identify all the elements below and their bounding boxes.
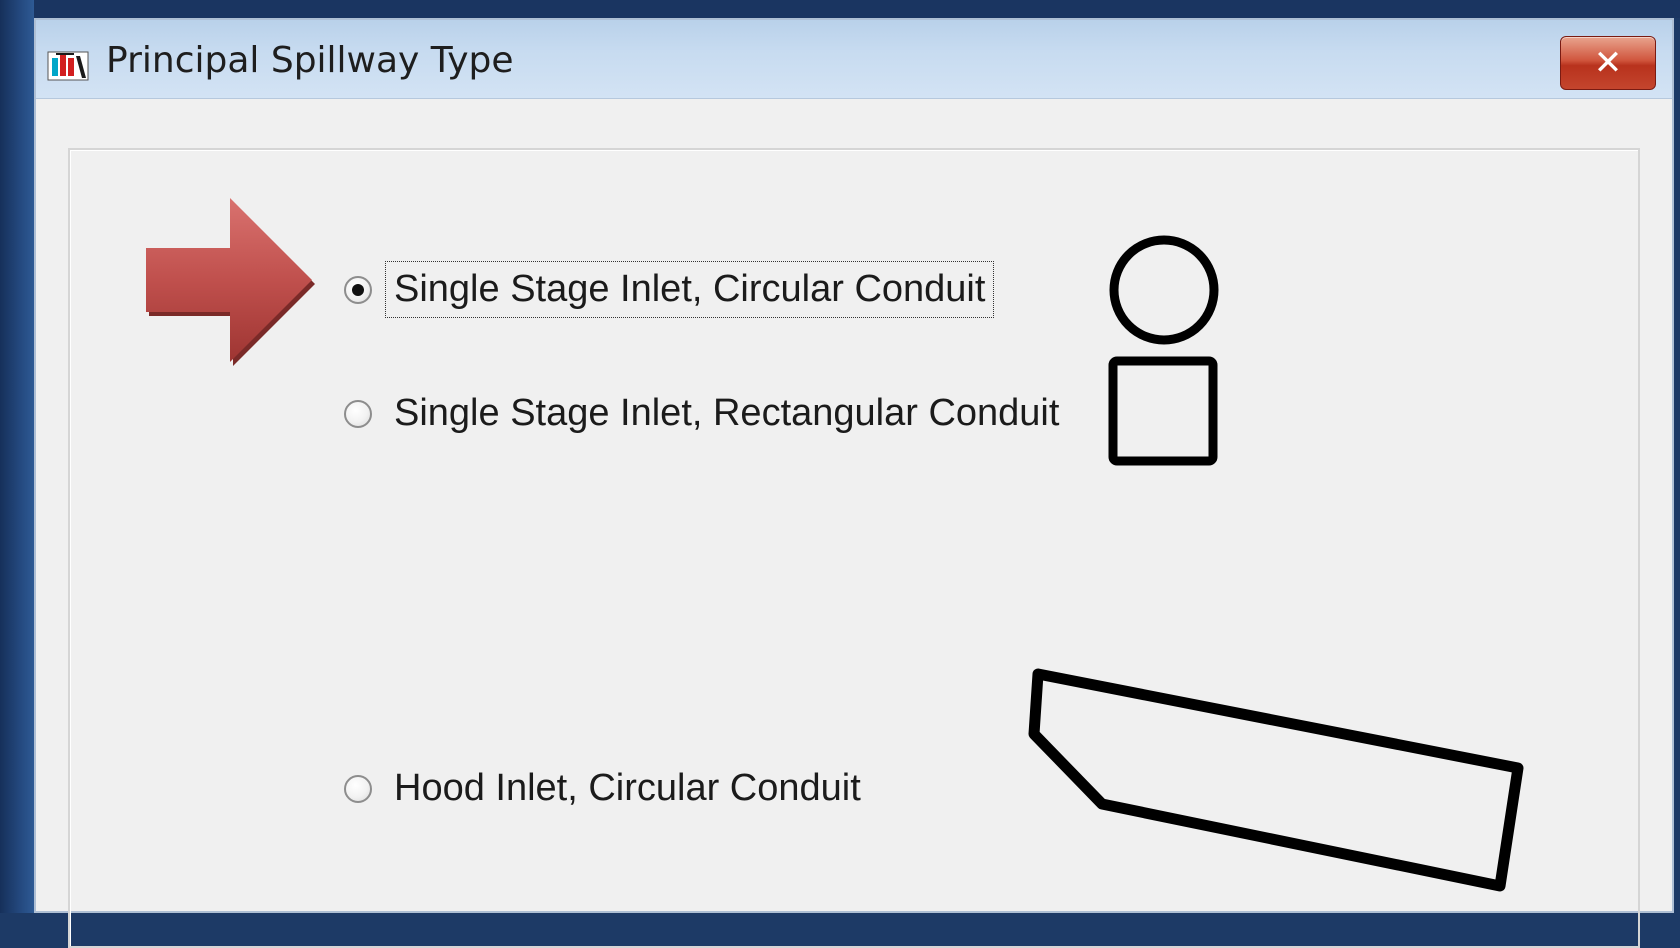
option-label[interactable]: Single Stage Inlet, Rectangular Conduit <box>390 390 1063 437</box>
pointer-arrow-annotation <box>146 198 315 366</box>
option-label[interactable]: Hood Inlet, Circular Conduit <box>390 765 865 812</box>
rectangular-conduit-icon <box>1108 356 1218 466</box>
title-bar[interactable]: Principal Spillway Type ✕ <box>36 20 1672 99</box>
desktop-background-top <box>0 0 1680 18</box>
option-hood-inlet-circular[interactable]: Hood Inlet, Circular Conduit <box>344 765 865 812</box>
option-label[interactable]: Single Stage Inlet, Circular Conduit <box>384 261 995 318</box>
radio-single-stage-circular[interactable] <box>344 275 372 304</box>
app-icon <box>47 51 89 81</box>
window-title: Principal Spillway Type <box>106 40 514 81</box>
radio-hood-inlet-circular[interactable] <box>344 774 372 803</box>
option-single-stage-circular[interactable]: Single Stage Inlet, Circular Conduit <box>344 261 995 318</box>
option-single-stage-rectangular[interactable]: Single Stage Inlet, Rectangular Conduit <box>344 390 1063 437</box>
hood-inlet-icon <box>1028 668 1524 892</box>
circle-conduit-icon <box>1109 235 1219 345</box>
desktop-background-left <box>0 0 34 913</box>
close-button[interactable]: ✕ <box>1560 36 1656 90</box>
radio-single-stage-rectangular[interactable] <box>344 399 372 428</box>
